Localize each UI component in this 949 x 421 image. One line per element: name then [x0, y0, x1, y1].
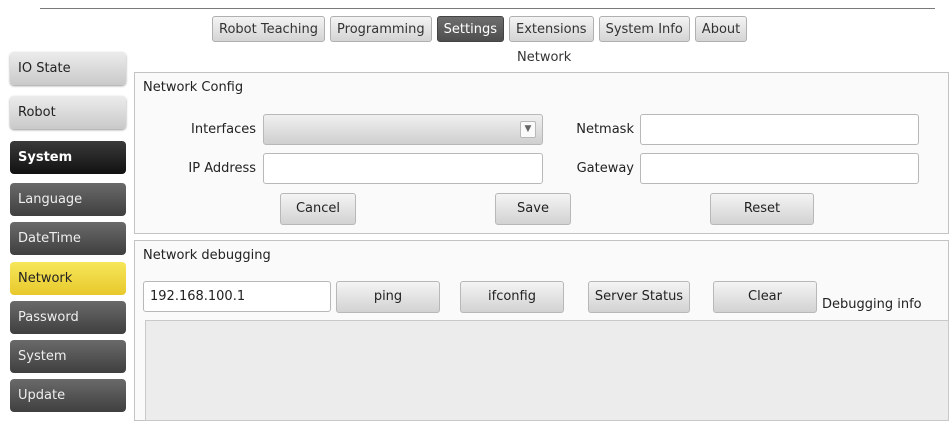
gateway-label: Gateway [576, 161, 634, 176]
sidebar-item-datetime[interactable]: DateTime [10, 222, 126, 255]
main-tab-bar: Robot Teaching Programming Settings Exte… [212, 16, 748, 42]
sidebar-item-update[interactable]: Update [10, 379, 126, 412]
tab-about[interactable]: About [694, 16, 748, 42]
server-status-button[interactable]: Server Status [588, 281, 690, 313]
address-input[interactable]: 192.168.100.1 [143, 281, 331, 312]
save-button[interactable]: Save [495, 193, 571, 225]
interfaces-label: Interfaces [191, 122, 256, 137]
ping-button[interactable]: ping [336, 281, 440, 313]
tab-programming[interactable]: Programming [330, 16, 432, 42]
reset-button[interactable]: Reset [710, 193, 814, 225]
sidebar-item-language[interactable]: Language [10, 183, 126, 216]
tab-extensions[interactable]: Extensions [508, 16, 594, 42]
top-divider [40, 8, 935, 9]
netmask-label: Netmask [576, 122, 634, 137]
sidebar-item-network[interactable]: Network [10, 262, 126, 295]
cancel-button[interactable]: Cancel [280, 193, 356, 225]
chevron-down-icon[interactable]: ▼ [520, 121, 536, 138]
debugging-info-label: Debugging info [822, 297, 922, 312]
sidebar-item-robot[interactable]: Robot [10, 96, 126, 129]
tab-robot-teaching[interactable]: Robot Teaching [212, 16, 326, 42]
sidebar-item-system[interactable]: System [10, 141, 126, 174]
sidebar-item-io-state[interactable]: IO State [10, 52, 126, 85]
page-title: Network [517, 50, 572, 65]
tab-settings[interactable]: Settings [436, 16, 504, 42]
gateway-field[interactable] [640, 153, 919, 184]
interfaces-select[interactable]: ▼ [263, 114, 543, 145]
ip-address-field[interactable] [263, 153, 543, 184]
network-config-title: Network Config [143, 80, 244, 95]
sidebar-item-system-sub[interactable]: System [10, 340, 126, 373]
debug-output-area[interactable] [145, 320, 949, 421]
clear-button[interactable]: Clear [713, 281, 817, 313]
tab-system-info[interactable]: System Info [598, 16, 690, 42]
ifconfig-button[interactable]: ifconfig [460, 281, 564, 313]
sidebar-item-password[interactable]: Password [10, 301, 126, 334]
netmask-field[interactable] [640, 114, 919, 145]
ip-address-label: IP Address [188, 161, 256, 176]
network-debugging-title: Network debugging [143, 248, 271, 263]
